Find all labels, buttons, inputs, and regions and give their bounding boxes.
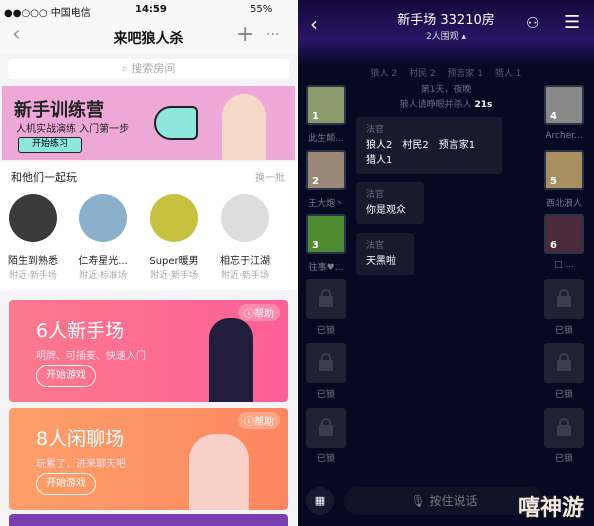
- chat-message: 法官 你是观众: [356, 182, 424, 224]
- help-button[interactable]: ⓘ帮助: [238, 412, 280, 429]
- carrier: ●●○○○ 中国电信: [4, 8, 91, 19]
- start-practice-button[interactable]: 开始练习: [18, 137, 82, 153]
- countdown: 21s: [474, 100, 493, 110]
- question-icon: ⓘ: [244, 417, 254, 428]
- room-title: 新手场 33210房: [397, 13, 495, 28]
- player-name: 往事♥...: [308, 263, 344, 273]
- banner-girl-image: [222, 94, 266, 160]
- user-avatar[interactable]: [150, 194, 198, 242]
- lock-icon: [557, 360, 571, 371]
- start-game-button[interactable]: 开始游戏: [36, 365, 96, 387]
- player-seat-6[interactable]: 6: [544, 214, 584, 254]
- megaphone-icon: [154, 106, 198, 140]
- player-seat-3[interactable]: 3: [306, 214, 346, 254]
- watermark-logo: 嘻神游: [518, 496, 585, 521]
- player-seat-1[interactable]: 1: [306, 85, 346, 125]
- lock-icon: [557, 425, 571, 436]
- chat-message: 法官 天黑啦: [356, 233, 414, 275]
- user-name: 相忘于江湖: [220, 256, 270, 267]
- locked-label: 已锁: [554, 390, 573, 400]
- section-title: 和他们一起玩: [11, 171, 77, 184]
- girl-image: [189, 434, 249, 510]
- add-friend-icon[interactable]: ⚇: [526, 14, 539, 32]
- card-title: 6人新手场: [36, 320, 125, 342]
- lock-icon: [319, 360, 333, 371]
- start-game-button[interactable]: 开始游戏: [36, 473, 96, 495]
- game-room-screen: ‹ 新手场 33210房 2人围观 ▴ ⚇ ☰ 狼人 2 村民 2 预言家 1 …: [298, 0, 594, 526]
- locked-seat: [544, 279, 584, 319]
- player-name: □ ...: [554, 260, 574, 270]
- card-6-player[interactable]: 6人新手场 明牌、可插麦、快速入门 开始游戏 ⓘ帮助: [9, 300, 288, 402]
- add-button[interactable]: +: [236, 22, 254, 47]
- user-name: Super暖男: [149, 256, 199, 267]
- battery: 55%: [250, 4, 273, 15]
- player-name: Archer...: [545, 131, 583, 141]
- mic-off-icon: 🎙︎: [410, 494, 430, 508]
- search-input[interactable]: ⌕ 搜索房间: [8, 59, 289, 79]
- question-icon: ⓘ: [244, 309, 254, 320]
- card-subtitle: 玩累了，进来聊天吧: [36, 459, 126, 470]
- clock: 14:59: [135, 4, 167, 15]
- locked-seat: [544, 408, 584, 448]
- locked-seat: [306, 343, 346, 383]
- card-title: 8人闲聊场: [36, 428, 125, 450]
- banner-title: 新手训练营: [14, 100, 104, 121]
- user-avatar[interactable]: [221, 194, 269, 242]
- player-name: 此生颠...: [308, 134, 344, 144]
- training-banner[interactable]: 新手训练营 人机实战演练 入门第一步 开始练习: [2, 86, 295, 160]
- help-button[interactable]: ⓘ帮助: [238, 304, 280, 321]
- play-with-section: 和他们一起玩 换一批 陌生到熟悉 仁寿星光... Super暖男 相忘于江湖 附…: [0, 162, 297, 290]
- card-8-player[interactable]: 8人闲聊场 玩累了，进来聊天吧 开始游戏 ⓘ帮助: [9, 408, 288, 510]
- user-avatar[interactable]: [79, 194, 127, 242]
- player-seat-4[interactable]: 4: [544, 85, 584, 125]
- user-location: 附近·标准场: [79, 271, 127, 281]
- search-placeholder: 搜索房间: [131, 62, 176, 75]
- card-next[interactable]: [9, 514, 288, 526]
- locked-label: 已锁: [316, 390, 335, 400]
- user-avatar[interactable]: [9, 194, 57, 242]
- role-counts: 狼人 2 村民 2 预言家 1 猎人 1: [370, 69, 522, 79]
- lock-icon: [319, 425, 333, 436]
- locked-label: 已锁: [316, 454, 335, 464]
- locked-seat: [544, 343, 584, 383]
- refresh-button[interactable]: 换一批: [255, 169, 285, 184]
- search-icon: ⌕: [121, 62, 132, 75]
- locked-seat: [306, 408, 346, 448]
- player-seat-2[interactable]: 2: [306, 150, 346, 190]
- chat-message: 法官 狼人2 村民2 预言家1 猎人1: [356, 117, 502, 174]
- user-location: 附近·新手场: [221, 271, 269, 281]
- player-seat-5[interactable]: 5: [544, 150, 584, 190]
- locked-label: 已锁: [554, 326, 573, 336]
- user-location: 附近·新手场: [9, 271, 57, 281]
- user-name: 仁寿星光...: [78, 256, 128, 267]
- hold-to-talk-button[interactable]: 🎙︎ 按住说话: [344, 487, 544, 515]
- spectators-toggle[interactable]: 2人围观 ▴: [298, 29, 594, 42]
- locked-label: 已锁: [554, 454, 573, 464]
- menu-icon[interactable]: ☰: [564, 12, 580, 33]
- keyboard-icon[interactable]: ▦: [306, 487, 334, 515]
- status-bar: ●●○○○ 中国电信 14:59 55%: [0, 0, 297, 20]
- user-location: 附近·新手场: [150, 271, 198, 281]
- locked-label: 已锁: [316, 326, 335, 336]
- lock-icon: [557, 296, 571, 307]
- wolf-girl-image: [209, 318, 253, 402]
- lobby-screen: ●●○○○ 中国电信 14:59 55% ‹ 来吧狼人杀 + ··· ⌕ 搜索房…: [0, 0, 297, 526]
- player-name: 西北浪人: [545, 199, 582, 209]
- card-subtitle: 明牌、可插麦、快速入门: [36, 351, 146, 362]
- user-name: 陌生到熟悉: [8, 256, 58, 267]
- lock-icon: [319, 296, 333, 307]
- more-button[interactable]: ···: [266, 27, 279, 43]
- player-name: 王大炮丶: [307, 199, 344, 209]
- banner-subtitle: 人机实战演练 入门第一步: [16, 124, 130, 135]
- locked-seat: [306, 279, 346, 319]
